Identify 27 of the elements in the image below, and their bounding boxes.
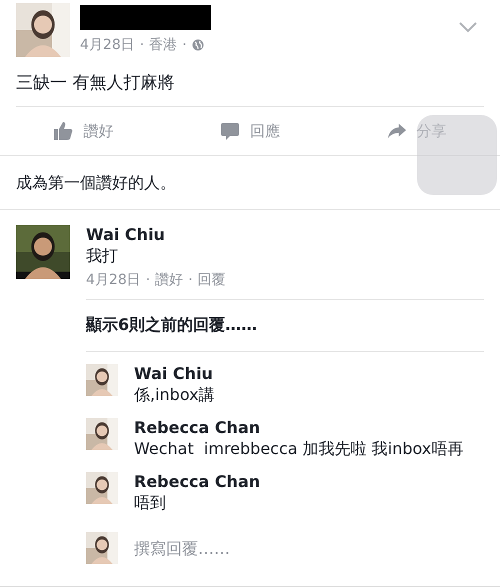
share-arrow-icon — [386, 121, 407, 141]
comment-meta: 4月28日 — [86, 271, 141, 289]
commenter-name[interactable]: Rebecca Chan — [134, 418, 464, 437]
more-replies-link[interactable]: 顯示6則之前的回覆…… — [86, 300, 484, 351]
post-meta: · — [140, 37, 144, 53]
post-text: 三缺一 有無人打麻將 — [15, 72, 176, 95]
commenter-name[interactable]: Wai Chiu — [86, 225, 484, 244]
comment-meta: 讚好 — [155, 271, 184, 289]
post-meta: · — [182, 37, 187, 53]
chevron-down-icon — [458, 21, 478, 33]
post-meta: 香港 — [149, 36, 178, 54]
likes-prompt: 成為第一個讚好的人。 — [15, 172, 177, 194]
reply-text: 唔到 — [134, 493, 167, 514]
comment-meta: · — [188, 272, 193, 288]
comment-text: 我打 — [86, 246, 119, 267]
comment-meta: 回覆 — [198, 271, 226, 289]
assistive-touch-button[interactable] — [417, 115, 497, 195]
reply-text: Wechat imrebbecca 加我先啦 我inbox唔再 — [134, 439, 464, 460]
post-meta: 4月28日 — [80, 36, 135, 54]
speech-bubble-icon — [220, 121, 240, 141]
reply-field[interactable]: 撰寫回覆…… — [134, 534, 484, 562]
reply-text: 係,inbox講 — [134, 385, 215, 406]
comment-meta: · — [146, 272, 150, 288]
commenter-name[interactable]: Rebecca Chan — [134, 472, 260, 491]
thumbs-up-icon — [53, 121, 74, 141]
globe-icon — [192, 39, 204, 51]
commenter-name[interactable]: Wai Chiu — [134, 364, 215, 383]
